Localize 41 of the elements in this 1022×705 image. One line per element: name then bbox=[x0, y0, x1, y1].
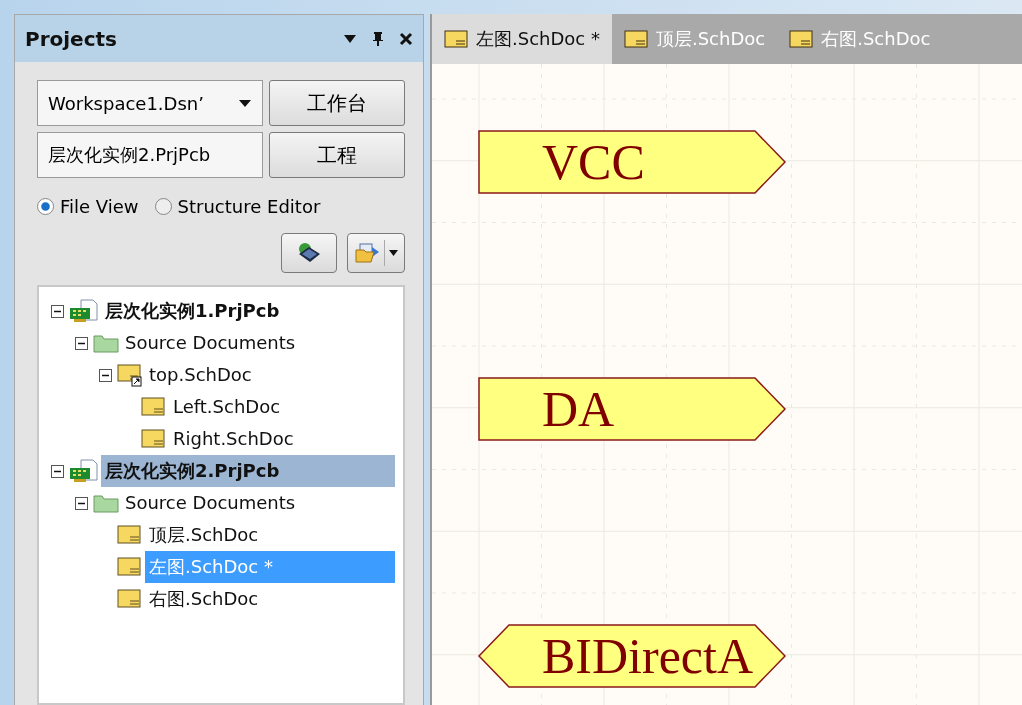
tree-item[interactable]: Left.SchDoc bbox=[169, 391, 395, 423]
document-icon bbox=[141, 428, 167, 450]
document-icon bbox=[117, 524, 143, 546]
close-icon[interactable] bbox=[399, 31, 413, 46]
tree-item[interactable]: top.SchDoc bbox=[145, 359, 395, 391]
project-button[interactable]: 工程 bbox=[269, 132, 405, 178]
folder-icon bbox=[93, 332, 119, 354]
document-icon bbox=[141, 396, 167, 418]
tree-item[interactable]: Right.SchDoc bbox=[169, 423, 395, 455]
workspace-dropdown[interactable]: Workspace1.Dsnʼ bbox=[37, 80, 263, 126]
workspace-button[interactable]: 工作台 bbox=[269, 80, 405, 126]
port-symbol[interactable]: VCC bbox=[478, 130, 787, 194]
folder-icon bbox=[93, 492, 119, 514]
document-icon bbox=[789, 30, 814, 48]
tree-item[interactable]: 右图.SchDoc bbox=[145, 583, 395, 615]
caret-icon bbox=[238, 98, 252, 108]
tree-item[interactable]: Source Documents bbox=[121, 327, 395, 359]
document-icon bbox=[117, 556, 143, 578]
open-document-button[interactable] bbox=[347, 233, 405, 273]
tree-item[interactable]: Source Documents bbox=[121, 487, 395, 519]
tree-item[interactable]: 层次化实例1.PrjPcb bbox=[101, 295, 395, 327]
dropdown-arrow-icon[interactable] bbox=[343, 33, 357, 44]
document-icon bbox=[623, 30, 648, 48]
panel-title: Projects bbox=[25, 26, 117, 51]
project-field[interactable]: 层次化实例2.PrjPcb bbox=[37, 132, 263, 178]
port-symbol[interactable]: DA bbox=[478, 377, 787, 441]
tree-item[interactable]: 层次化实例2.PrjPcb bbox=[101, 455, 395, 487]
view-radio[interactable]: File View bbox=[37, 196, 139, 217]
tree-item[interactable]: 顶层.SchDoc bbox=[145, 519, 395, 551]
compile-button[interactable] bbox=[281, 233, 337, 273]
view-radio[interactable]: Structure Editor bbox=[154, 196, 321, 217]
port-symbol[interactable]: BIDirectA bbox=[477, 624, 787, 688]
document-link-icon bbox=[117, 363, 143, 387]
circuit-board-icon bbox=[69, 459, 99, 483]
document-icon bbox=[117, 588, 143, 610]
pin-icon[interactable] bbox=[371, 30, 385, 47]
caret-icon bbox=[389, 250, 398, 256]
document-tab[interactable]: 左图.SchDoc * bbox=[432, 14, 612, 64]
document-icon bbox=[444, 30, 468, 48]
folder-document-icon bbox=[354, 242, 380, 264]
circuit-board-icon bbox=[69, 299, 99, 323]
